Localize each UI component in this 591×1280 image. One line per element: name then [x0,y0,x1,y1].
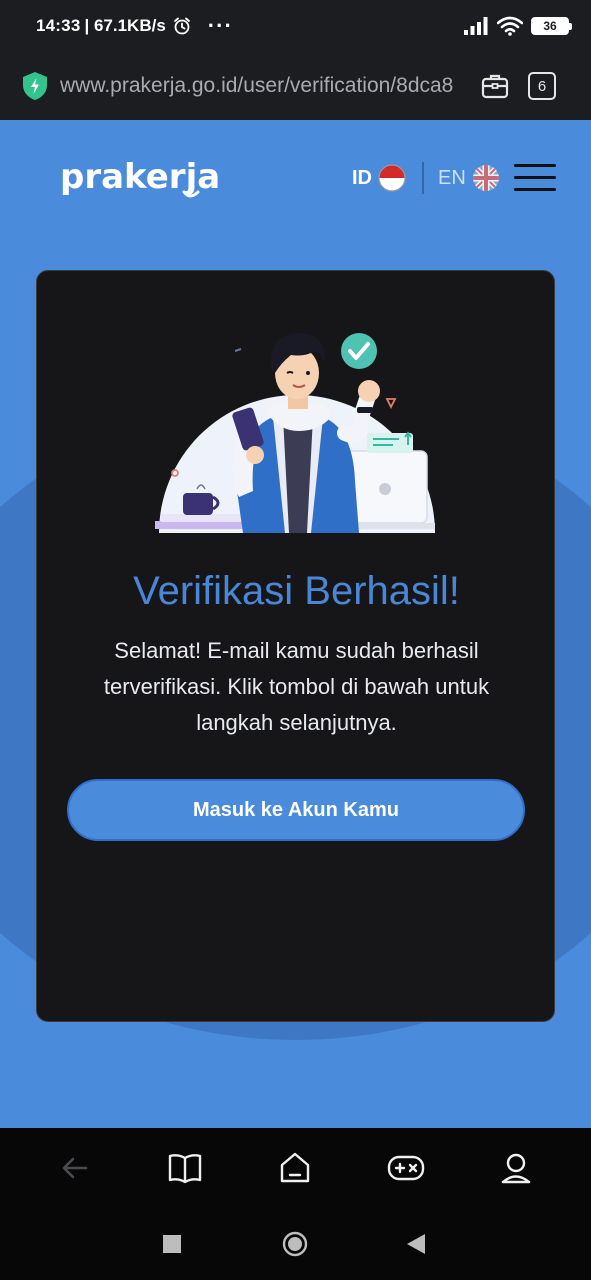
system-navigation-bar [0,1208,591,1280]
verification-card: Verifikasi Berhasil! Selamat! E-mail kam… [36,270,555,1022]
briefcase-icon[interactable] [480,71,510,101]
browser-navigation-bar [0,1128,591,1208]
verification-title: Verifikasi Berhasil! [133,569,460,613]
signal-icon [464,17,488,35]
lang-id-label: ID [352,166,372,189]
lang-en-label: EN [438,166,466,189]
more-notifications-icon: ··· [207,13,233,38]
uk-flag-icon [472,165,499,191]
gamepad-icon[interactable] [376,1138,436,1198]
network-speed: | 67.1KB/s [84,16,166,35]
hamburger-menu-icon[interactable] [514,162,556,194]
prakerja-logo[interactable]: prakerja [60,156,220,204]
verification-illustration [155,333,435,533]
back-arrow-icon[interactable] [45,1138,105,1198]
status-bar: 14:33 | 67.1KB/s ··· 36 [0,0,591,52]
shield-icon[interactable] [22,71,48,101]
book-icon[interactable] [155,1138,215,1198]
login-account-button[interactable]: Masuk ke Akun Kamu [67,779,525,841]
status-time: 14:33 [36,16,81,35]
verification-description: Selamat! E-mail kamu sudah berhasil terv… [103,638,490,735]
tab-count-button[interactable]: 6 [528,72,556,100]
wifi-icon [497,16,523,36]
battery-level: 36 [543,19,557,33]
profile-icon[interactable] [486,1138,546,1198]
logo-text: prakerja [60,157,220,197]
home-circle-icon[interactable] [282,1231,308,1257]
back-triangle-icon[interactable] [406,1233,426,1255]
battery-indicator: 36 [531,17,572,35]
alarm-icon [173,17,190,35]
address-bar: www.prakerja.go.id/user/verification/8dc… [0,52,591,120]
recents-square-icon[interactable] [162,1234,182,1254]
home-icon[interactable] [265,1138,325,1198]
language-divider [422,162,424,194]
indonesia-flag-icon [378,164,406,192]
site-header: prakerja ID EN [0,120,591,236]
web-page: prakerja ID EN Verifikasi Berhasil! Sela… [0,120,591,1128]
language-id-option[interactable]: ID [352,164,406,192]
language-en-option[interactable]: EN [438,164,500,192]
url-field[interactable]: www.prakerja.go.id/user/verification/8dc… [60,74,472,98]
